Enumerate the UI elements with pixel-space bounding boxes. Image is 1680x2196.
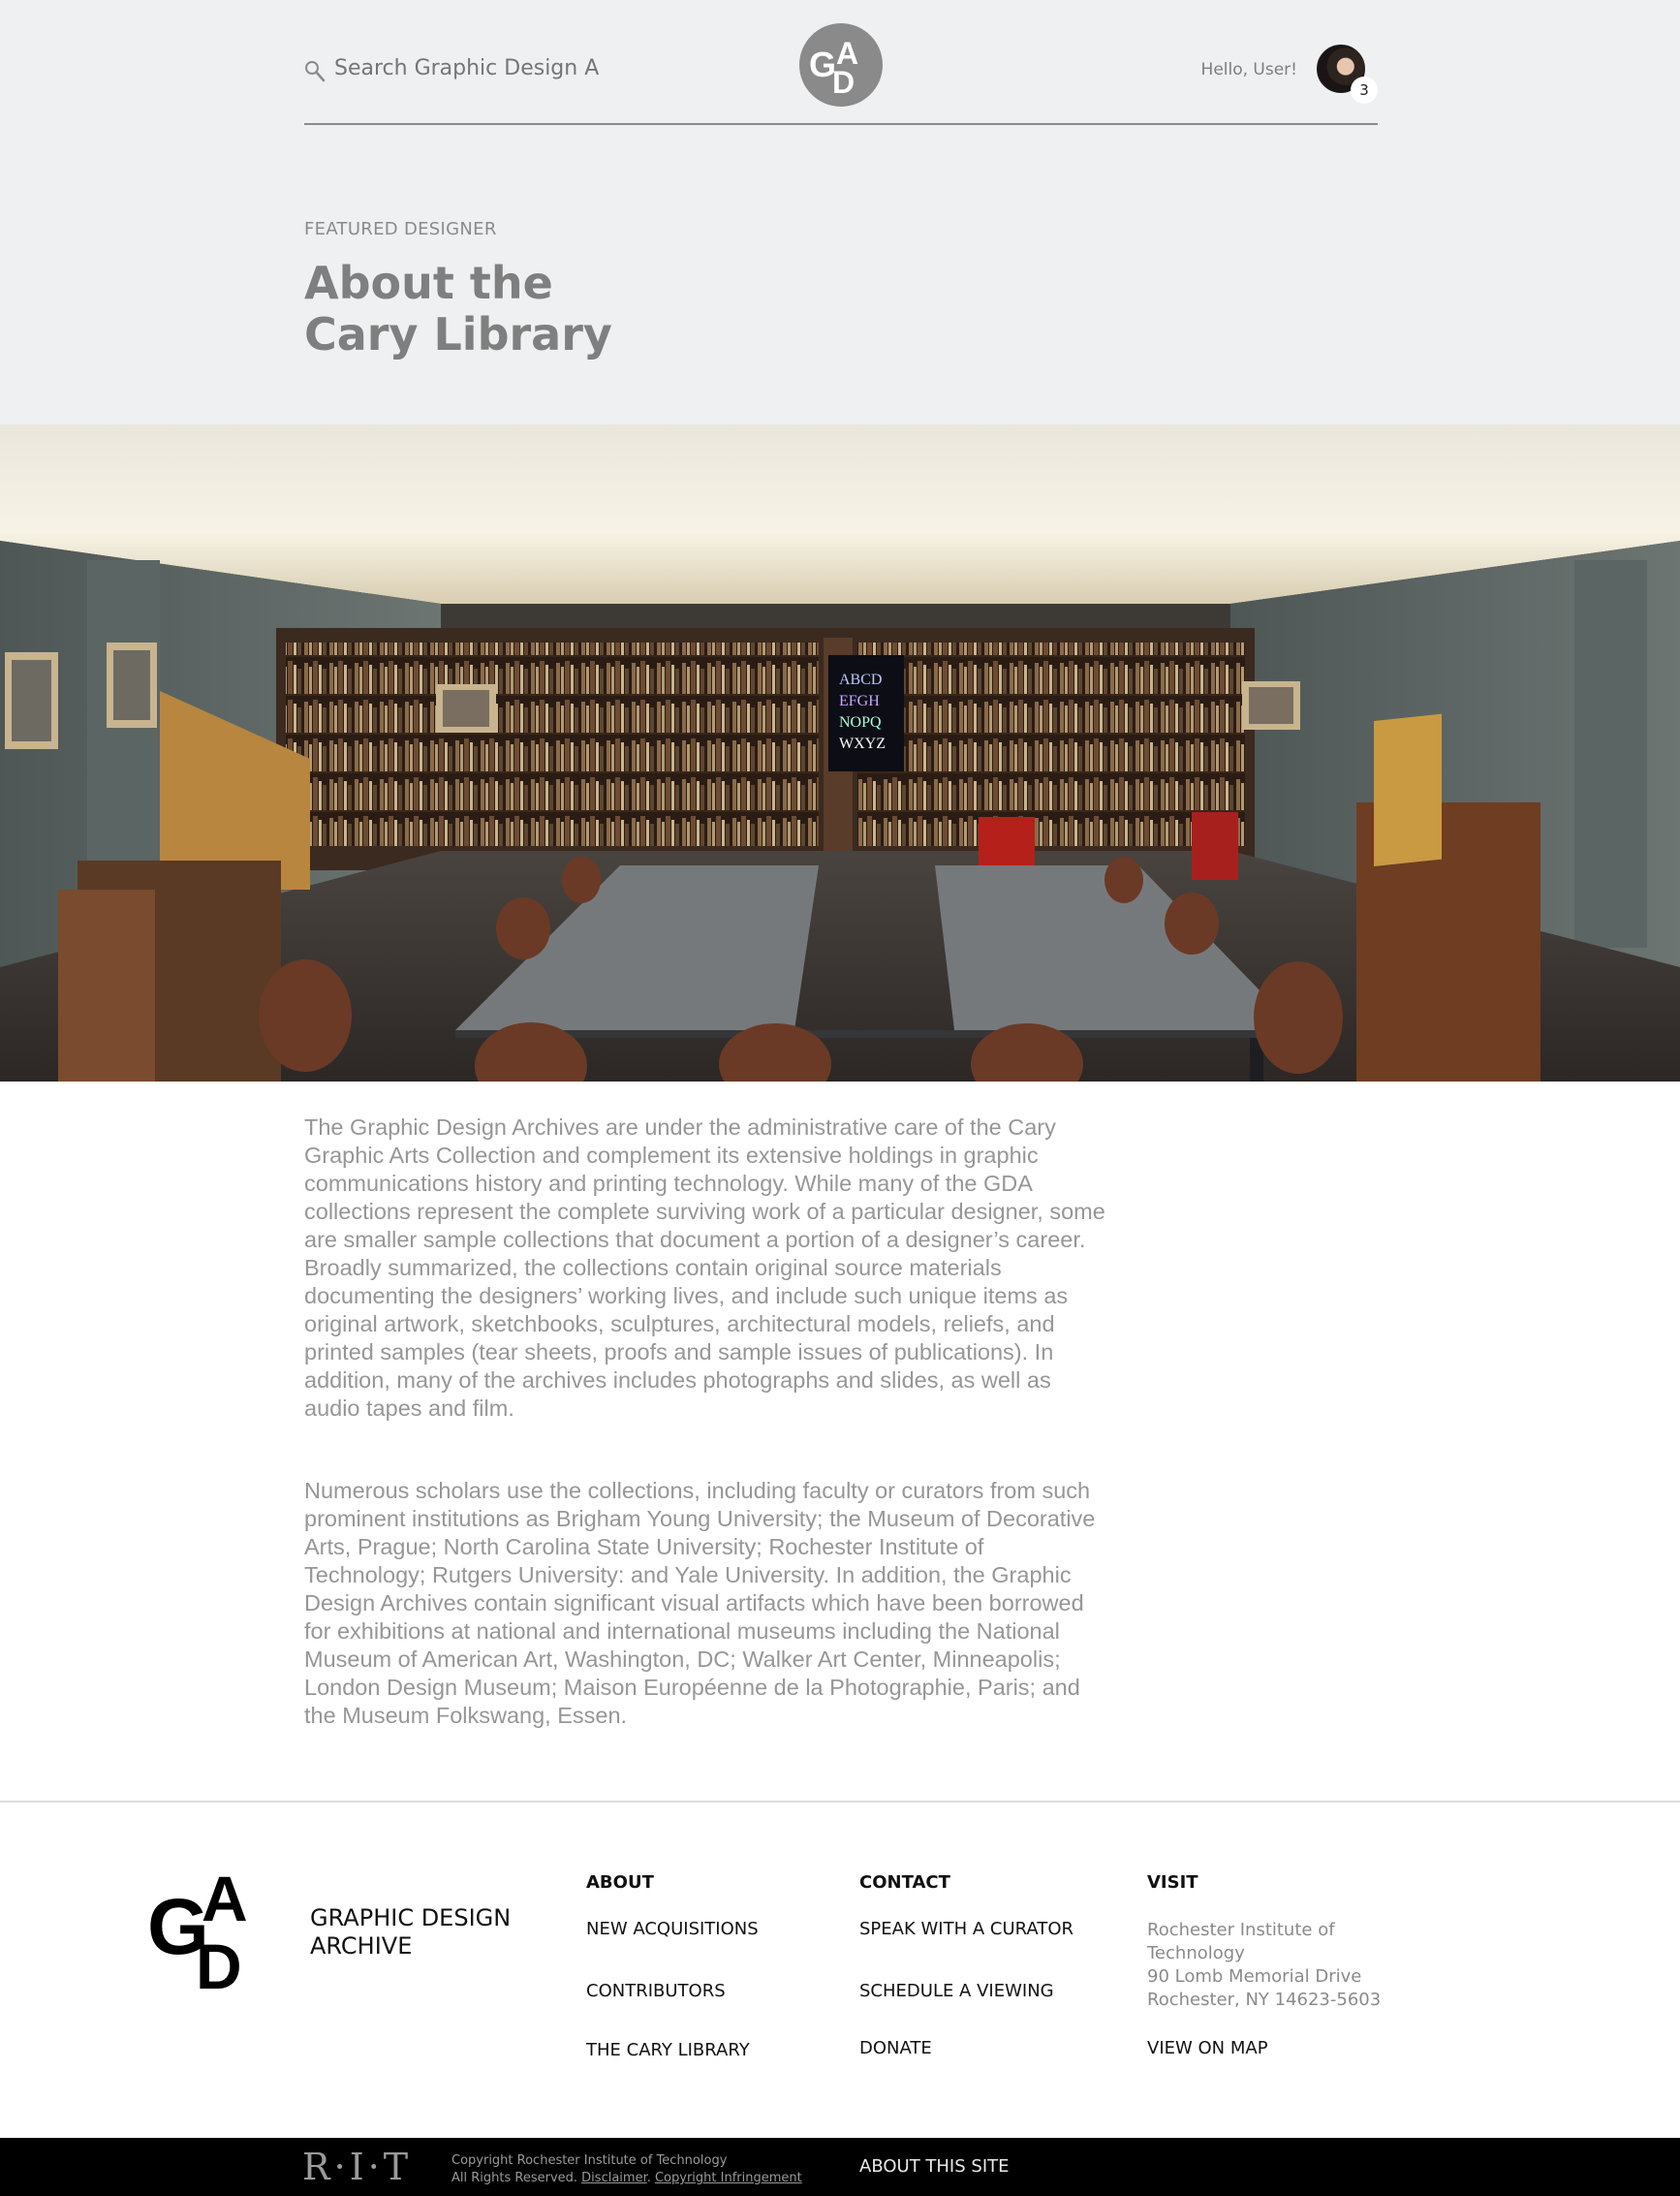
svg-text:D: D [196,1930,242,1994]
page-title-line-1: About the [304,257,553,309]
library-hero-image: ABCD EFGH NOPQ WXYZ [0,424,1680,1082]
footer-address-line-1: Rochester Institute of [1147,1920,1335,1940]
footer-about-heading: ABOUT [586,1872,654,1893]
page-title-line-2: Cary Library [304,308,612,361]
about-paragraph-1: The Graphic Design Archives are under th… [304,1114,1105,1421]
search-icon [305,61,326,82]
svg-text:EFGH: EFGH [839,693,880,709]
footer-link-donate[interactable]: DONATE [859,2038,932,2058]
footer-address-line-3: 90 Lomb Memorial Drive [1147,1966,1362,1987]
svg-text:WXYZ: WXYZ [839,736,886,752]
svg-text:D: D [832,65,855,100]
section-kicker: FEATURED DESIGNER [304,219,497,239]
footer-link-speak-with-curator[interactable]: SPEAK WITH A CURATOR [859,1919,1073,1939]
header-area: G A D Hello, User! 3 FEATURED DESIGNER A… [0,0,1680,424]
footer-address-line-2: Technology [1147,1943,1245,1963]
footer-link-cary-library[interactable]: THE CARY LIBRARY [586,2040,750,2060]
bottom-bar: R·I·T Copyright Rochester Institute of T… [0,2138,1680,2196]
footer-address: Rochester Institute of Technology 90 Lom… [1147,1919,1389,2012]
footer-link-contributors[interactable]: CONTRIBUTORS [586,1981,726,2001]
svg-text:NOPQ: NOPQ [839,714,882,731]
copyright-notice: Copyright Rochester Institute of Technol… [451,2152,802,2187]
rit-logo[interactable]: R·I·T [302,2146,412,2188]
notification-badge[interactable]: 3 [1351,77,1378,104]
page-title: About the Cary Library [304,258,886,361]
about-paragraph-2: Numerous scholars use the collections, i… [304,1478,1096,1728]
copyright-infringement-link[interactable]: Copyright Infringement [655,2171,802,2185]
search-input[interactable] [334,56,600,80]
about-this-site-link[interactable]: ABOUT THIS SITE [859,2156,1010,2177]
footer-brand-name: GRAPHIC DESIGN ARCHIVE [310,1904,543,1961]
gda-logo[interactable]: G A D [799,23,883,107]
footer-divider [0,1801,1680,1803]
search-bar[interactable] [304,56,711,124]
rights-reserved-text: All Rights Reserved. [451,2171,578,2185]
top-navigation-bar: G A D Hello, User! 3 [304,21,1378,125]
footer-address-line-4: Rochester, NY 14623-5603 [1147,1990,1382,2010]
footer-link-schedule-viewing[interactable]: SCHEDULE A VIEWING [859,1981,1054,2001]
disclaimer-link[interactable]: Disclaimer [581,2171,647,2185]
footer-visit-heading: VISIT [1147,1872,1198,1893]
user-greeting: Hello, User! [1200,60,1297,79]
svg-text:ABCD: ABCD [839,672,882,688]
footer-brand-line-1: GRAPHIC DESIGN [310,1904,512,1931]
gda-logo-icon: G A D [809,36,858,100]
gda-footer-logo-icon[interactable]: G A D [145,1859,281,1994]
footer-brand-line-2: ARCHIVE [310,1932,413,1960]
copyright-line-2: All Rights Reserved. Disclaimer. Copyrig… [451,2171,802,2185]
footer-link-new-acquisitions[interactable]: NEW ACQUISITIONS [586,1919,759,1939]
copyright-line-1: Copyright Rochester Institute of Technol… [451,2153,728,2168]
svg-text:A: A [202,1863,248,1934]
footer-contact-heading: CONTACT [859,1872,950,1893]
footer-link-view-on-map[interactable]: VIEW ON MAP [1147,2038,1268,2058]
